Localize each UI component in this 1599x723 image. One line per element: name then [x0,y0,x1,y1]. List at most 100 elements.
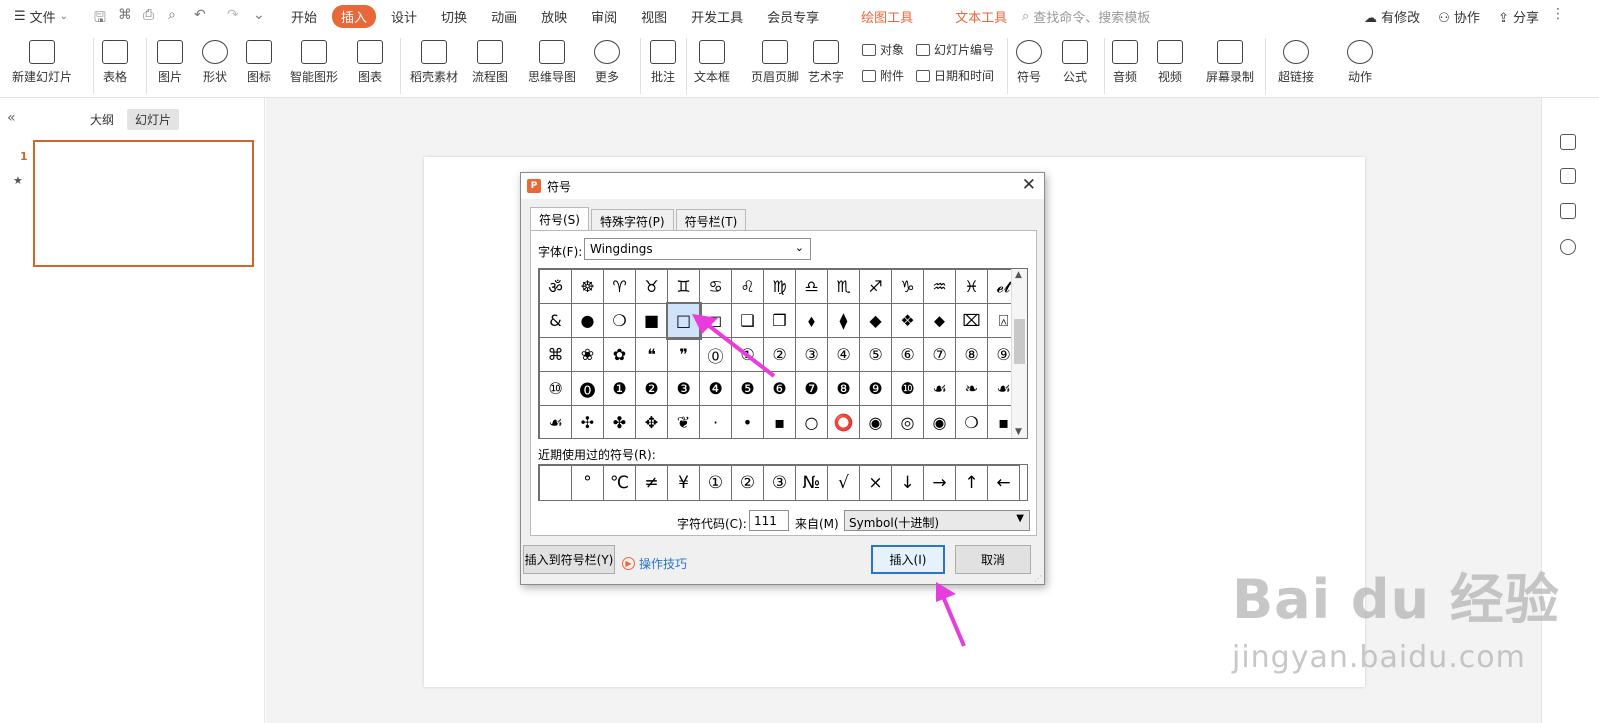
command-search[interactable]: ⌕ 查找命令、搜索模板 [1022,7,1150,26]
tab-review[interactable]: 审阅 [582,5,626,28]
symbol-cell[interactable]: ▪ [763,405,796,438]
cancel-button[interactable]: 取消 [955,545,1031,574]
comment-button[interactable]: 批注 [650,40,676,85]
tab-slideshow[interactable]: 放映 [532,5,576,28]
grid-scrollbar[interactable]: ▲ ▼ [1011,269,1027,438]
save-icon[interactable]: 🖫 [94,7,106,31]
font-select[interactable]: Wingdings ⌄ [584,238,811,260]
symbol-cell[interactable]: ❷ [635,371,668,406]
action-button[interactable]: 动作 [1347,40,1373,85]
textbox-button[interactable]: 文本框 [694,40,730,85]
symbol-cell[interactable]: ❼ [795,371,828,406]
recent-symbol-cell[interactable]: ≠ [635,465,668,501]
recent-symbol-cell[interactable]: ↓ [891,465,924,501]
undo-icon[interactable]: ↶ [194,7,206,23]
scroll-down-icon[interactable]: ▼ [1015,427,1022,437]
symbol-cell[interactable]: ◉ [859,405,892,438]
chart-button[interactable]: 图表 [357,40,383,85]
tab-member[interactable]: 会员专享 [758,5,828,28]
dialog-title-bar[interactable]: P 符号 ✕ [521,173,1044,199]
insert-button[interactable]: 插入(I) [871,545,945,574]
symbol-cell[interactable]: ③ [795,337,828,372]
pin-icon[interactable] [1560,168,1576,184]
wordart-button[interactable]: 艺术字 [808,40,844,85]
icon-button[interactable]: 图标 [246,40,272,85]
symbol-cell[interactable]: ⭕ [827,405,860,438]
shape-button[interactable]: 形状 [202,40,228,85]
symbol-cell[interactable]: ✣ [571,405,604,438]
symbol-cell[interactable]: ⬧ [795,303,828,338]
symbol-cell[interactable]: ☙ [539,405,572,438]
symbol-cell[interactable]: ❍ [603,303,636,338]
hyperlink-button[interactable]: 超链接 [1278,40,1314,85]
symbol-cell[interactable]: ♍ [763,269,796,304]
symbol-cell[interactable]: ✥ [635,405,668,438]
symbol-cell[interactable]: ♎ [795,269,828,304]
symbol-cell[interactable]: ❿ [891,371,924,406]
symbol-cell[interactable]: ♋ [699,269,732,304]
symbol-cell[interactable]: ♐ [859,269,892,304]
symbol-cell[interactable]: ⑧ [955,337,988,372]
symbol-cell[interactable]: ❀ [571,337,604,372]
symbol-cell[interactable]: ◉ [923,405,956,438]
symbol-cell[interactable]: ❍ [955,405,988,438]
symbol-cell[interactable]: ❽ [827,371,860,406]
video-button[interactable]: 视频 [1157,40,1183,85]
recent-symbol-cell[interactable]: ← [987,465,1020,501]
symbol-cell[interactable]: ⑥ [891,337,924,372]
symbol-cell[interactable]: ⑤ [859,337,892,372]
customize-icon[interactable]: ⌄ [253,7,265,23]
symbol-cell[interactable]: · [699,405,732,438]
recent-symbol-cell[interactable]: ↑ [955,465,988,501]
symbol-cell[interactable]: ❶ [603,371,636,406]
symbol-cell[interactable]: & [539,303,572,338]
symbol-cell[interactable]: ♉ [635,269,668,304]
tab-insert[interactable]: 插入 [332,5,377,28]
audio-button[interactable]: 音频 [1112,40,1138,85]
symbol-cell[interactable]: ⌘ [539,337,572,372]
material-button[interactable]: 稻壳素材 [410,40,458,85]
share-button[interactable]: ⇪ 分享 [1498,7,1539,26]
property-icon[interactable] [1560,134,1576,150]
scroll-up-icon[interactable]: ▲ [1015,270,1022,280]
recent-symbol-cell[interactable] [539,465,572,501]
new-slide-button[interactable]: 新建幻灯片 [12,40,72,85]
symbol-cell[interactable]: ❾ [859,371,892,406]
tab-symbols[interactable]: 符号(S) [530,207,589,230]
slide-number-button[interactable]: 幻灯片编号 [916,41,994,58]
recent-symbol-cell[interactable]: ° [571,465,604,501]
tab-drawing-tools[interactable]: 绘图工具 [852,5,922,28]
symbol-cell[interactable]: ❖ [891,303,924,338]
tab-developer[interactable]: 开发工具 [682,5,752,28]
symbol-cell[interactable]: ❦ [667,405,700,438]
symbol-cell[interactable]: ⑦ [923,337,956,372]
symbol-cell[interactable]: ● [571,303,604,338]
symbol-cell[interactable]: ■ [635,303,668,338]
recent-symbol-cell[interactable]: ¥ [667,465,700,501]
recent-symbol-cell[interactable]: № [795,465,828,501]
table-button[interactable]: 表格 [102,40,128,85]
format-painter-icon[interactable]: ⌘ [118,7,132,23]
scroll-thumb[interactable] [1014,319,1025,364]
print-preview-icon[interactable]: ⌕ [168,7,176,23]
symbol-cell[interactable]: ❝ [635,337,668,372]
recent-symbol-cell[interactable]: × [859,465,892,501]
recent-symbol-cell[interactable]: √ [827,465,860,501]
tab-slides[interactable]: 幻灯片 [127,109,180,130]
modified-button[interactable]: ☁ 有修改 [1364,7,1420,26]
tab-view[interactable]: 视图 [632,5,676,28]
symbol-button[interactable]: 符号 [1016,40,1042,85]
symbol-cell[interactable]: ♒ [923,269,956,304]
collapse-panel-icon[interactable]: « [7,110,16,126]
symbol-cell[interactable]: ◎ [891,405,924,438]
symbol-cell[interactable]: ☙ [923,371,956,406]
recent-symbol-cell[interactable]: → [923,465,956,501]
help-icon[interactable] [1560,239,1576,255]
symbol-cell[interactable]: ❧ [955,371,988,406]
slide-thumbnail[interactable] [33,140,254,267]
symbol-cell[interactable]: ○ [795,405,828,438]
insert-to-symbol-bar-button[interactable]: 插入到符号栏(Y) [523,545,615,574]
symbol-cell[interactable]: ♓ [955,269,988,304]
from-select[interactable]: Symbol(十进制) ▼ [844,510,1030,531]
picture-button[interactable]: 图片 [157,40,183,85]
